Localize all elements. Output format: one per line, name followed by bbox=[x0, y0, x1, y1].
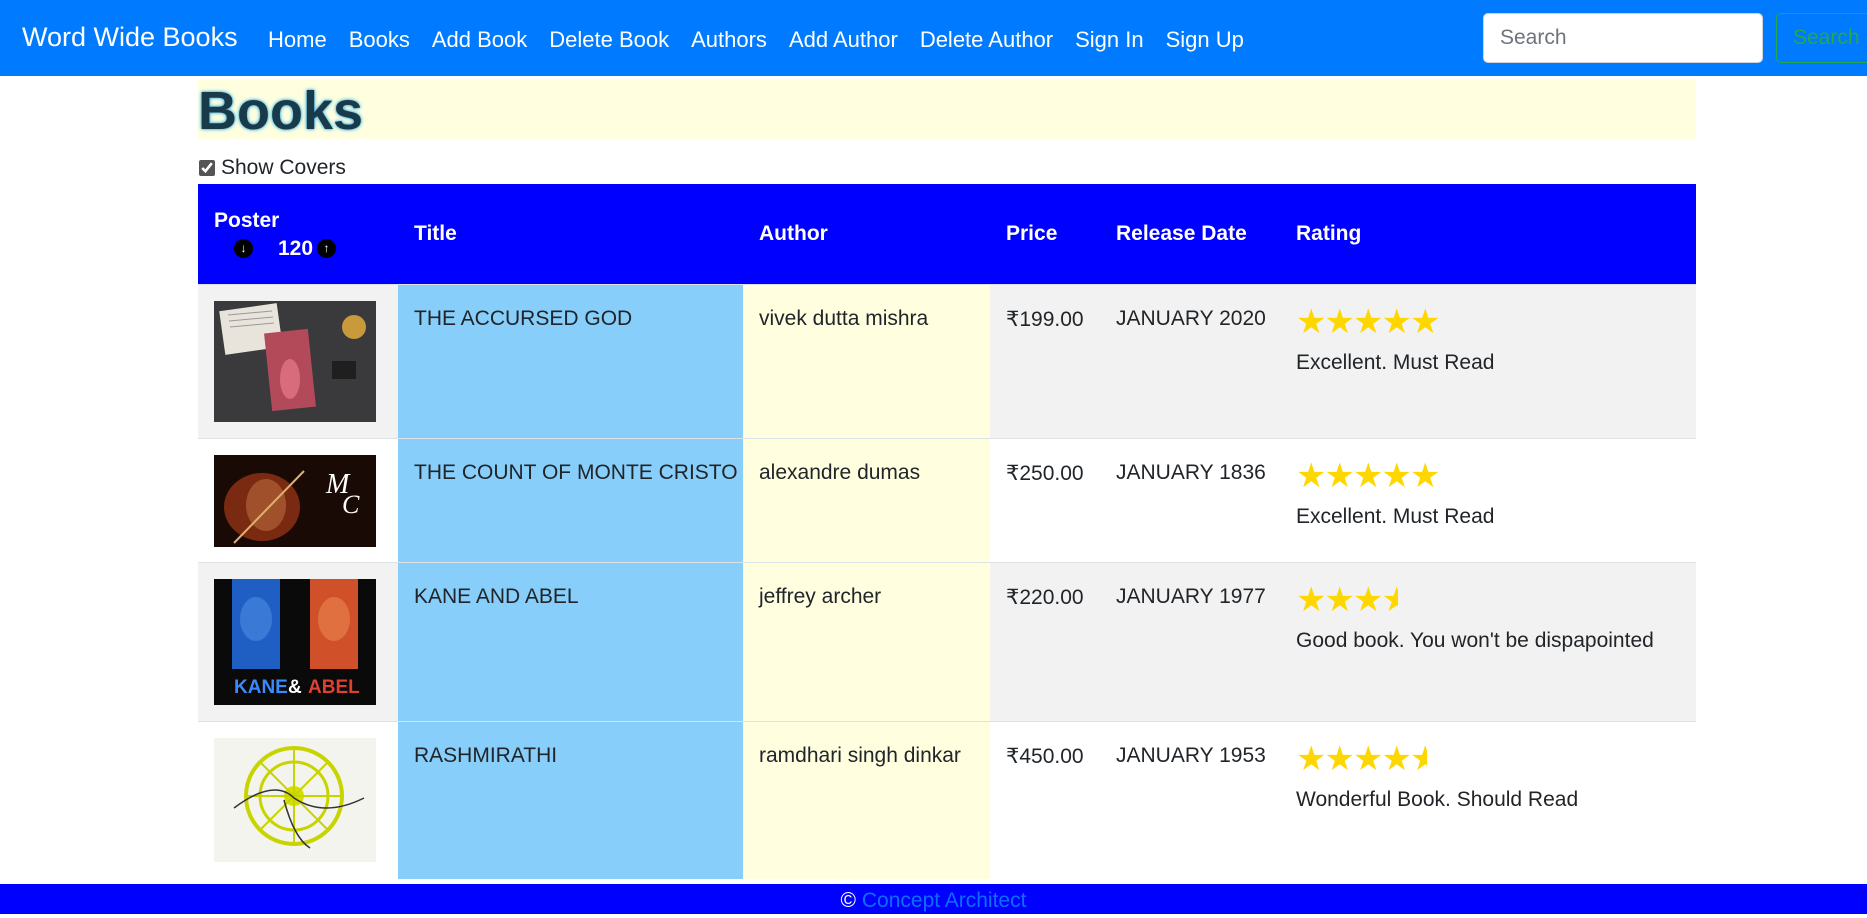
search-button[interactable]: Search bbox=[1776, 13, 1867, 63]
author-cell: vivek dutta mishra bbox=[743, 284, 990, 438]
poster-cell: M C bbox=[198, 438, 398, 562]
footer-link[interactable]: Concept Architect bbox=[862, 889, 1027, 912]
heading-background bbox=[198, 79, 1696, 139]
star-icon: ★ bbox=[1352, 302, 1384, 341]
half-star-icon: ★ bbox=[1381, 582, 1399, 617]
arrow-up-icon[interactable]: ↑ bbox=[317, 239, 337, 259]
copyright-symbol: © bbox=[840, 889, 857, 912]
star-icon: ★ bbox=[1324, 456, 1355, 495]
price-cell: ₹220.00 bbox=[1006, 585, 1084, 609]
table-header-row: Poster ↓ 120 ↑ Title Author Price Releas… bbox=[198, 184, 1696, 284]
svg-text:KANE: KANE bbox=[234, 677, 288, 698]
svg-text:ABEL: ABEL bbox=[308, 677, 360, 698]
star-icon: ★ bbox=[1296, 302, 1327, 341]
release-date-cell: JANUARY 2020 bbox=[1116, 306, 1266, 330]
release-date-cell: JANUARY 1836 bbox=[1116, 460, 1266, 484]
star-icon: ★ bbox=[1381, 456, 1412, 495]
nav-delete-author[interactable]: Delete Author bbox=[920, 27, 1053, 53]
star-icon: ★ bbox=[1324, 739, 1355, 778]
nav-sign-in[interactable]: Sign In bbox=[1075, 27, 1144, 53]
nav-add-book[interactable]: Add Book bbox=[432, 27, 527, 53]
rating-cell: ★★★★★ Excellent. Must Read bbox=[1280, 438, 1696, 562]
poster-size-control: ↓ 120 ↑ bbox=[214, 237, 398, 261]
table-row[interactable]: KANE & ABEL KANE AND ABEL jeffrey archer… bbox=[198, 562, 1696, 721]
nav-delete-book[interactable]: Delete Book bbox=[549, 27, 669, 53]
star-icon: ★ bbox=[1352, 739, 1384, 778]
price-cell: ₹450.00 bbox=[1006, 744, 1084, 768]
svg-text:C: C bbox=[342, 490, 360, 519]
star-icon: ★ bbox=[1352, 580, 1384, 619]
star-icon: ★ bbox=[1381, 739, 1412, 778]
star-rating: ★★★★ bbox=[1296, 583, 1696, 617]
cover-image-monte-cristo[interactable]: M C bbox=[214, 454, 376, 547]
rating-cell: ★★★★★ Wonderful Book. Should Read bbox=[1280, 721, 1696, 879]
header-author[interactable]: Author bbox=[743, 184, 990, 284]
rating-text: Excellent. Must Read bbox=[1296, 350, 1495, 374]
arrow-down-icon[interactable]: ↓ bbox=[234, 239, 253, 259]
title-cell: THE COUNT OF MONTE CRISTO bbox=[398, 438, 743, 562]
table-row[interactable]: M C THE COUNT OF MONTE CRISTO alexandre … bbox=[198, 438, 1696, 562]
author-cell: jeffrey archer bbox=[743, 562, 990, 721]
title-cell: KANE AND ABEL bbox=[398, 562, 743, 721]
header-price[interactable]: Price bbox=[990, 184, 1100, 284]
show-covers-toggle[interactable]: Show Covers bbox=[198, 156, 346, 180]
star-rating: ★★★★★ bbox=[1296, 459, 1696, 493]
half-star-icon: ★ bbox=[1409, 741, 1427, 776]
table-row[interactable]: RASHMIRATHI ramdhari singh dinkar ₹450.0… bbox=[198, 721, 1696, 879]
header-rating[interactable]: Rating bbox=[1280, 184, 1696, 284]
show-covers-checkbox[interactable] bbox=[199, 160, 215, 176]
header-poster-label: Poster bbox=[214, 208, 280, 232]
rating-text: Good book. You won't be dispapointed bbox=[1296, 628, 1654, 652]
nav-authors[interactable]: Authors bbox=[691, 27, 767, 53]
rating-cell: ★★★★★ Excellent. Must Read bbox=[1280, 284, 1696, 438]
brand-logo[interactable]: Word Wide Books bbox=[22, 22, 238, 53]
price-cell: ₹199.00 bbox=[1006, 307, 1084, 331]
svg-text:&: & bbox=[288, 677, 302, 698]
navbar: Word Wide Books Home Books Add Book Dele… bbox=[0, 0, 1867, 76]
rating-cell: ★★★★ Good book. You won't be dispapointe… bbox=[1280, 562, 1696, 721]
cover-image-rashmirathi[interactable] bbox=[214, 737, 376, 862]
poster-size-value: 120 bbox=[278, 236, 314, 260]
star-icon: ★ bbox=[1324, 302, 1355, 341]
star-icon: ★ bbox=[1296, 739, 1327, 778]
rating-text: Excellent. Must Read bbox=[1296, 504, 1495, 528]
cover-image-kane-and-abel[interactable]: KANE & ABEL bbox=[214, 578, 376, 705]
star-icon: ★ bbox=[1409, 456, 1441, 495]
star-icon: ★ bbox=[1324, 580, 1355, 619]
header-release-date[interactable]: Release Date bbox=[1100, 184, 1280, 284]
table-row[interactable]: THE ACCURSED GOD vivek dutta mishra ₹199… bbox=[198, 284, 1696, 438]
author-cell: ramdhari singh dinkar bbox=[743, 721, 990, 879]
search-input[interactable] bbox=[1483, 13, 1763, 63]
books-table: Poster ↓ 120 ↑ Title Author Price Releas… bbox=[198, 184, 1696, 879]
rating-text: Wonderful Book. Should Read bbox=[1296, 787, 1579, 811]
star-icon: ★ bbox=[1409, 302, 1441, 341]
title-cell: THE ACCURSED GOD bbox=[398, 284, 743, 438]
cover-image-accursed-god[interactable] bbox=[214, 300, 376, 422]
page-title: Books bbox=[198, 81, 364, 141]
release-date-cell: JANUARY 1977 bbox=[1116, 584, 1266, 608]
footer: © Concept Architect bbox=[0, 884, 1867, 914]
star-icon: ★ bbox=[1352, 456, 1384, 495]
star-icon: ★ bbox=[1381, 302, 1412, 341]
header-poster: Poster ↓ 120 ↑ bbox=[198, 184, 398, 284]
star-icon: ★ bbox=[1296, 456, 1327, 495]
poster-cell bbox=[198, 721, 398, 879]
star-icon: ★ bbox=[1296, 580, 1327, 619]
show-covers-label: Show Covers bbox=[221, 156, 346, 179]
release-date-cell: JANUARY 1953 bbox=[1116, 743, 1266, 767]
nav-sign-up[interactable]: Sign Up bbox=[1166, 27, 1244, 53]
header-title[interactable]: Title bbox=[398, 184, 743, 284]
nav-books[interactable]: Books bbox=[349, 27, 410, 53]
poster-cell bbox=[198, 284, 398, 438]
price-cell: ₹250.00 bbox=[1006, 461, 1084, 485]
poster-cell: KANE & ABEL bbox=[198, 562, 398, 721]
nav-home[interactable]: Home bbox=[268, 27, 327, 53]
title-cell: RASHMIRATHI bbox=[398, 721, 743, 879]
star-rating: ★★★★★ bbox=[1296, 305, 1696, 339]
nav-links: Home Books Add Book Delete Book Authors … bbox=[268, 27, 1266, 53]
star-rating: ★★★★★ bbox=[1296, 742, 1696, 776]
nav-add-author[interactable]: Add Author bbox=[789, 27, 898, 53]
author-cell: alexandre dumas bbox=[743, 438, 990, 562]
